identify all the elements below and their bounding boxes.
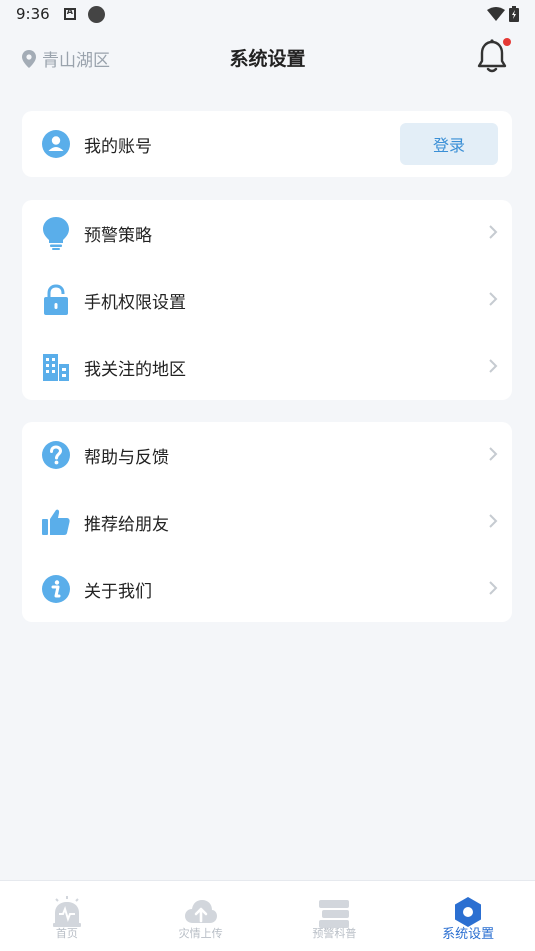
chevron-right-icon	[489, 225, 498, 239]
chevron-right-icon	[489, 292, 498, 306]
login-button[interactable]: 登录	[400, 123, 498, 165]
menu-item-label: 帮助与反馈	[84, 447, 169, 468]
thumbs-up-icon	[40, 506, 72, 538]
chevron-right-icon	[489, 359, 498, 373]
alarm-icon	[52, 896, 81, 927]
tab-label: 系统设置	[442, 927, 495, 942]
notification-dot-icon	[87, 5, 105, 23]
status-time: 9:36	[16, 5, 50, 23]
status-bar: 9:36	[0, 0, 535, 28]
tab-system-settings[interactable]: 系统设置	[401, 881, 535, 951]
cloud-upload-icon	[184, 900, 217, 923]
notification-badge	[503, 38, 511, 46]
menu-item-phone-permissions[interactable]: 手机权限设置	[22, 267, 512, 333]
menu-item-label: 我关注的地区	[84, 359, 186, 380]
tab-label: 预警科普	[312, 927, 357, 940]
menu-item-label: 手机权限设置	[84, 292, 186, 313]
tab-disaster-upload[interactable]: 灾情上传	[134, 881, 268, 951]
question-icon	[40, 439, 72, 471]
menu-item-recommend[interactable]: 推荐给朋友	[22, 489, 512, 555]
account-row[interactable]: 我的账号 登录	[22, 111, 512, 177]
chevron-right-icon	[489, 514, 498, 528]
notification-button[interactable]	[477, 38, 511, 74]
bottom-tab-bar: 首页 灾情上传 预警科普 系统设置	[0, 880, 535, 951]
menu-item-label: 推荐给朋友	[84, 514, 169, 535]
menu-item-warning-strategy[interactable]: 预警策略	[22, 200, 512, 266]
tab-warning-education[interactable]: 预警科普	[268, 881, 402, 951]
menu-item-label: 预警策略	[84, 225, 152, 246]
lock-icon	[40, 284, 72, 316]
account-card: 我的账号 登录	[22, 111, 512, 177]
lightbulb-icon	[40, 217, 72, 250]
page-title: 系统设置	[229, 48, 306, 70]
info-icon	[40, 573, 72, 605]
menu-item-followed-regions[interactable]: 我关注的地区	[22, 334, 512, 400]
account-label: 我的账号	[84, 136, 152, 157]
settings-group-1: 预警策略 手机权限设置 我关注的地区	[22, 200, 512, 400]
building-icon	[40, 351, 72, 383]
notification-a-icon	[63, 7, 76, 20]
book-icon	[319, 900, 350, 928]
tab-home[interactable]: 首页	[0, 881, 134, 951]
wifi-icon	[487, 7, 505, 21]
tab-label: 首页	[55, 927, 78, 940]
header: 青山湖区 系统设置	[0, 28, 535, 88]
chevron-right-icon	[489, 447, 498, 461]
menu-item-about-us[interactable]: 关于我们	[22, 556, 512, 622]
chevron-right-icon	[489, 581, 498, 595]
tab-label: 灾情上传	[178, 927, 223, 940]
user-icon	[40, 128, 72, 160]
settings-group-2: 帮助与反馈 推荐给朋友 关于我们	[22, 422, 512, 622]
menu-item-help-feedback[interactable]: 帮助与反馈	[22, 422, 512, 488]
menu-item-label: 关于我们	[84, 581, 152, 602]
battery-icon	[509, 6, 519, 22]
